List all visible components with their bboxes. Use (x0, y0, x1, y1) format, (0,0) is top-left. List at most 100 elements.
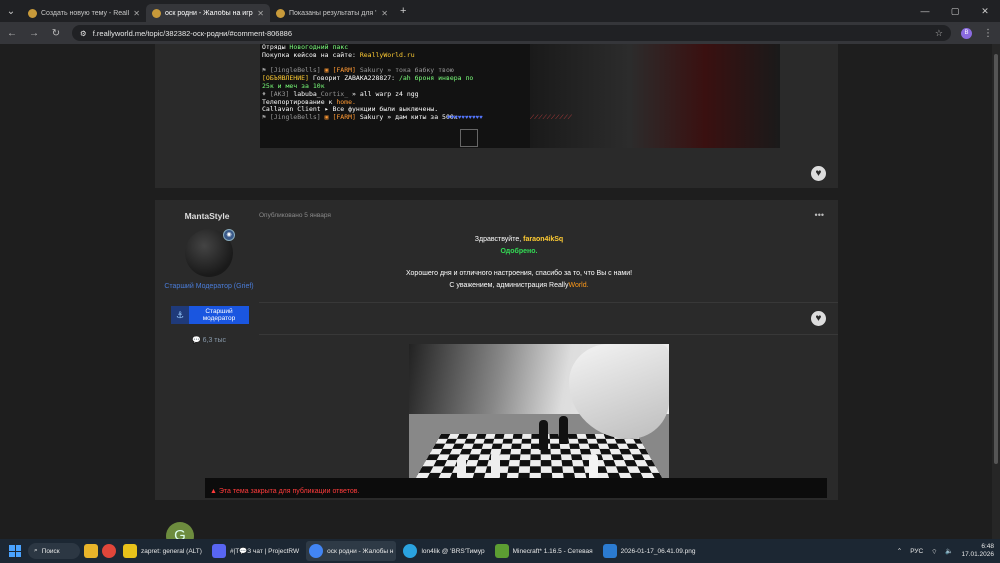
chat-line: Покупка кейсов на сайте: ReallyWorld.ru (262, 52, 522, 60)
locked-notice: ▲ Эта тема закрыта для публикации ответо… (210, 488, 359, 495)
taskbar-search[interactable]: ⌕ Поиск (28, 543, 80, 559)
chat-fragment: Телепортирование к (262, 98, 337, 106)
forward-arrow-icon[interactable]: → (28, 28, 40, 39)
network-icon[interactable]: ⌔ (931, 547, 937, 556)
minecraft-screenshot[interactable]: Отряды Новогодний пакс Покупка кейсов на … (260, 44, 780, 148)
tab-title: Показаны результаты для 'ma (289, 9, 378, 17)
chess-piece (539, 420, 548, 450)
maximize-button[interactable]: ▢ (940, 0, 970, 22)
app-label: оск родни - Жалобы н (327, 547, 394, 555)
taskbar-app[interactable]: Minecraft* 1.16.5 - Сетевая (492, 541, 596, 561)
app-icon (123, 544, 137, 558)
divider (259, 334, 838, 335)
like-heart-icon[interactable]: ♥ (811, 311, 826, 326)
chat-fragment: ⚑ [JingleBells] (262, 114, 325, 122)
chess-piece (491, 452, 500, 478)
user-avatar[interactable]: G (166, 522, 194, 539)
bookmark-star-icon[interactable]: ☆ (935, 28, 943, 39)
language-indicator[interactable]: РУС (910, 548, 923, 555)
closing-line-1: Хорошего дня и отличного настроения, спа… (405, 270, 633, 277)
author-name[interactable]: MantaStyle (155, 211, 259, 221)
chat-line: Телепортирование к home. (262, 99, 522, 107)
start-button[interactable] (6, 542, 24, 560)
search-label: Поиск (41, 547, 60, 555)
close-tab-icon[interactable]: ✕ (381, 9, 388, 18)
chess-piece (457, 456, 466, 478)
chat-fragment: » тока бабку твою (387, 67, 454, 75)
scrollbar-thumb[interactable] (994, 54, 998, 464)
chat-fragment: ZABAKA228827: (344, 75, 399, 83)
chat-fragment: ♦ [AK3] (262, 90, 294, 98)
browser-tab-2[interactable]: Показаны результаты для 'ma ✕ (270, 4, 394, 22)
post-content: Здравствуйте, faraon4ikSq Одобрено. Хоро… (259, 234, 779, 292)
chat-line: Callavan Client ▸ Все функции были выклю… (262, 106, 522, 114)
taskbar-app[interactable]: #|Т💬З чат | ProjectRW (209, 541, 302, 561)
app-label: zapret: general (ALT) (141, 547, 202, 555)
taskbar-app[interactable]: 2026-01-17_06.41.09.png (600, 541, 699, 561)
browser-tab-0[interactable]: Создать новую тему - ReallyWorl ✕ (22, 4, 146, 22)
chat-fragment: » all warp z4 ngg (352, 90, 419, 98)
chat-line: 25к и меч за 10к (262, 83, 522, 91)
site-favicon-icon (28, 8, 37, 18)
clock[interactable]: 6:48 17.01.2026 (961, 543, 994, 559)
chat-fragment: 25к и меч за 10к (262, 82, 325, 90)
back-arrow-icon[interactable]: ← (6, 28, 18, 39)
site-info-icon[interactable]: ⚙ (80, 29, 87, 38)
browser-menu-icon[interactable]: ⋮ (982, 28, 994, 39)
lock-icon: ▲ (210, 488, 219, 495)
shield-icon: ⚓ (171, 306, 189, 324)
role-title: Старший Модератор (Grief) (164, 283, 254, 290)
post-options-button[interactable]: ••• (815, 210, 824, 220)
chat-fragment: Говорит (312, 75, 345, 83)
file-explorer-icon[interactable] (84, 544, 98, 558)
chat-fragment: ⚑ [JingleBells] (262, 67, 325, 75)
chrome-icon (309, 544, 324, 558)
moderator-post: MantaStyle ◉ Старший Модератор (Grief) ⚓… (155, 200, 838, 500)
taskbar-app[interactable]: lon4lik @ 'BRS'Тимур (400, 541, 487, 561)
profile-avatar[interactable]: B (961, 27, 972, 39)
tray-expand-icon[interactable]: ⌃ (897, 547, 902, 555)
chat-line: ⚑ [JingleBells] ▣ [FARM] Sakury » дам ки… (262, 114, 522, 122)
chat-fragment: ▣ [FARM] (324, 114, 360, 122)
status-text: Одобрено. (500, 248, 538, 255)
chat-fragment: Sakury (359, 67, 388, 75)
taskbar-app[interactable]: оск родни - Жалобы н (306, 541, 397, 561)
reload-icon[interactable]: ↻ (50, 28, 62, 39)
previous-post: Отряды Новогодний пакс Покупка кейсов на … (155, 44, 838, 188)
forum-page: Отряды Новогодний пакс Покупка кейсов на … (0, 44, 1000, 539)
page-scrollbar[interactable] (992, 44, 1000, 539)
chat-line: [ОБЪЯВЛЕНИЕ] Говорит ZABAKA228827: /ah б… (262, 75, 522, 83)
taskbar-app[interactable]: zapret: general (ALT) (120, 541, 205, 561)
minecraft-icon (494, 544, 509, 558)
closing-line-2: С уважением, администрация ReallyWorld. (259, 280, 779, 292)
chat-fragment: ▸ Все функции были выключены. (324, 106, 439, 114)
close-tab-icon[interactable]: ✕ (133, 9, 140, 18)
minimize-button[interactable]: — (910, 0, 940, 22)
tab-search-button[interactable]: ⌄ (0, 0, 22, 22)
greeting-line: Здравствуйте, faraon4ikSq (259, 234, 779, 246)
chat-fragment: /ah броня инвера по (398, 75, 474, 83)
chat-line: Отряды Новогодний пакс (262, 44, 522, 52)
username-mention[interactable]: faraon4ikSq (523, 236, 563, 243)
game-chat: Отряды Новогодний пакс Покупка кейсов на … (262, 44, 522, 122)
signature-text: С уважением, администрация Really (449, 282, 569, 289)
post-date[interactable]: Опубликовано 5 января (259, 212, 331, 219)
new-tab-button[interactable]: + (394, 5, 412, 17)
url-bar[interactable]: ⚙ f.reallyworld.me/topic/382382-оск-родн… (72, 25, 951, 41)
tab-title: оск родни - Жалобы на игрок (165, 9, 254, 17)
clock-time: 6:48 (981, 543, 994, 550)
browser-tab-1[interactable]: оск родни - Жалобы на игрок ✕ (146, 4, 270, 22)
close-window-button[interactable]: ✕ (970, 0, 1000, 22)
like-heart-icon[interactable]: ♥ (811, 166, 826, 181)
windows-taskbar: ⌕ Поиск zapret: general (ALT) #|Т💬З чат … (0, 539, 1000, 563)
chat-fragment: Callavan Client (262, 106, 325, 114)
post-count-value: 6,3 тыс (202, 337, 227, 344)
locked-notice-text: Эта тема закрыта для публикации ответов. (218, 488, 360, 495)
chat-fragment: labuba_ (293, 90, 321, 98)
tab-title: Создать новую тему - ReallyWorl (41, 9, 130, 17)
chrome-icon[interactable] (102, 544, 116, 558)
volume-icon[interactable]: 🔈 (945, 547, 953, 555)
close-tab-icon[interactable]: ✕ (257, 9, 264, 18)
url-text: f.reallyworld.me/topic/382382-оск-родни/… (92, 28, 292, 38)
